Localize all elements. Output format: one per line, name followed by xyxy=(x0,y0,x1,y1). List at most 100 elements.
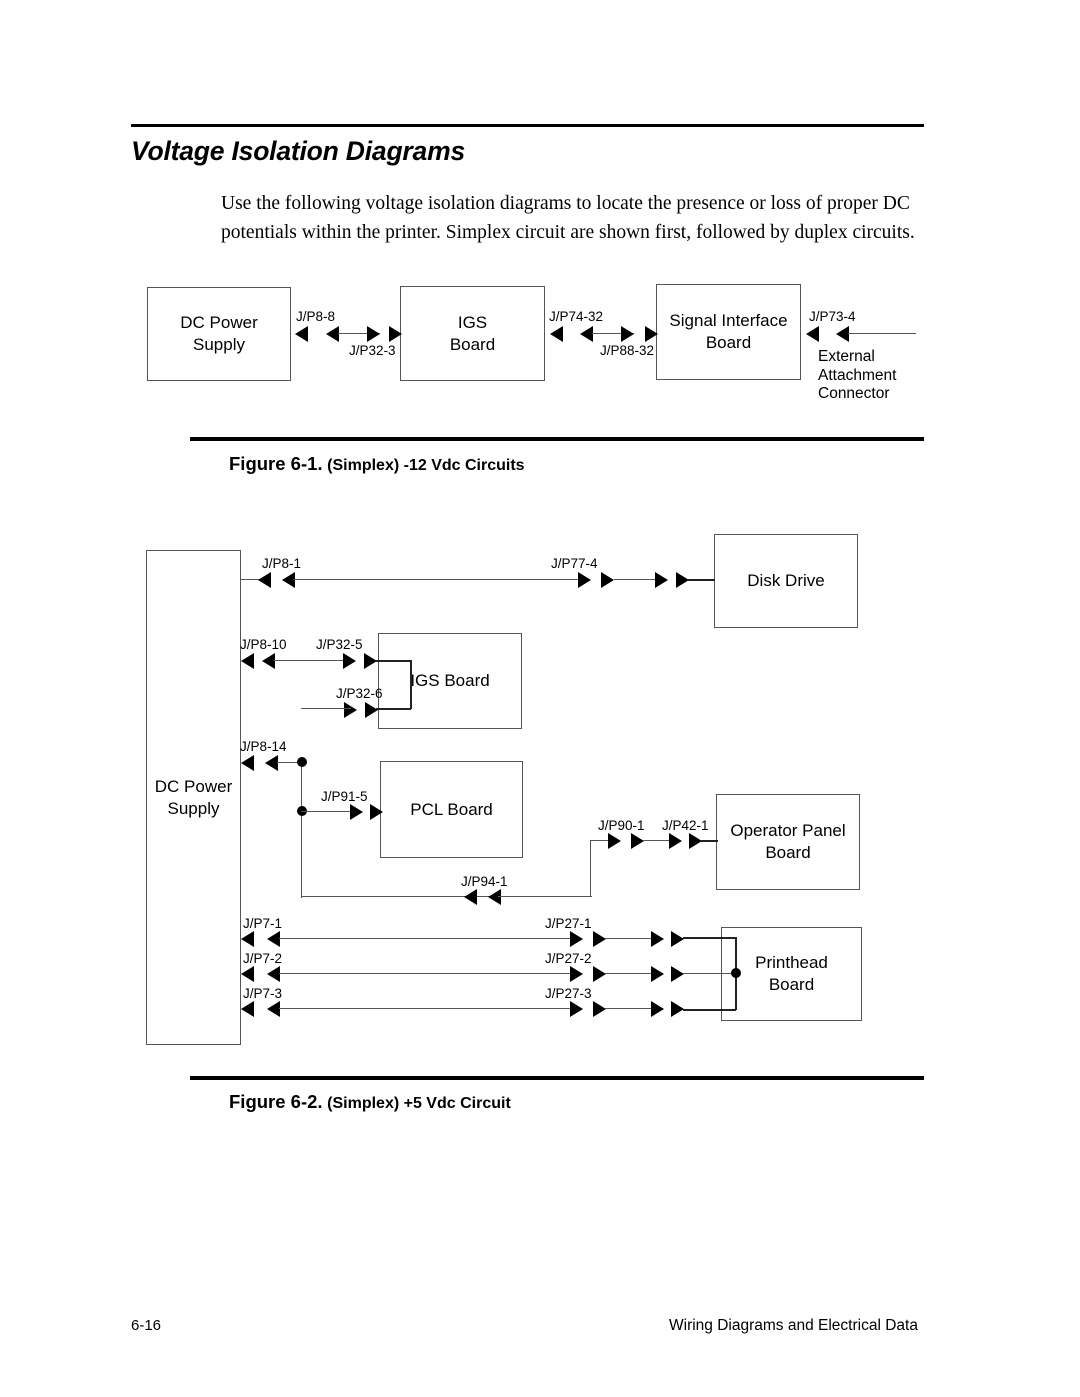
block-printhead-board: Printhead Board xyxy=(721,927,862,1021)
arrowhead-out-igs-board-fig1 xyxy=(550,326,563,342)
arrowhead-right-printhead-row1 xyxy=(651,931,664,947)
arrowhead-left-p94-1-first xyxy=(464,889,477,905)
wire-into-printhead-row2 xyxy=(683,973,736,975)
wire-p8-10-to-p32-5 xyxy=(274,660,351,662)
junction-dot-printhead xyxy=(731,968,741,978)
block-label-line2: Board xyxy=(449,334,496,354)
label-p42-1: J/P42-1 xyxy=(662,818,709,833)
block-dc-power-supply-fig1: DC Power Supply xyxy=(147,287,291,381)
block-label-line2: Board xyxy=(705,333,752,352)
block-igs-board-fig1: IGS Board xyxy=(400,286,545,381)
wire-p94-1-to-corner xyxy=(498,896,592,898)
label-external-line2: Attachment xyxy=(818,366,897,384)
page-title: Voltage Isolation Diagrams xyxy=(131,136,465,166)
arrowhead-right-p91-5 xyxy=(350,804,363,820)
arrowhead-right-p77-4 xyxy=(578,572,591,588)
arrowhead-right-p27-2 xyxy=(570,966,583,982)
figure-6-2-caption-number: Figure 6-2. xyxy=(229,1091,323,1112)
arrowhead-right-p32-5 xyxy=(343,653,356,669)
arrowhead-right-printhead-row2 xyxy=(651,966,664,982)
wire-igs-internal-bracket xyxy=(410,660,412,709)
block-label-line1: Printhead xyxy=(755,953,828,972)
arrowhead-right-p32-3 xyxy=(367,326,380,342)
block-pcl-board: PCL Board xyxy=(380,761,523,858)
wire-into-printhead-row1 xyxy=(683,937,736,939)
wire-p7-3-to-p27-3 xyxy=(279,1008,581,1010)
wire-p8-14-branch-to-p32-6 xyxy=(301,708,351,710)
block-label: Disk Drive xyxy=(747,571,825,590)
arrowhead-into-igs-board-p32-6 xyxy=(365,702,378,718)
arrowhead-into-dc-power-supply-fig1 xyxy=(295,326,308,342)
figure-6-1-caption: Figure 6-1. (Simplex) -12 Vdc Circuits xyxy=(229,453,525,475)
label-p7-2: J/P7-2 xyxy=(243,951,283,966)
arrowhead-into-dcps-p7-1 xyxy=(241,931,254,947)
block-disk-drive: Disk Drive xyxy=(714,534,858,628)
label-p88-32: J/P88-32 xyxy=(600,343,655,358)
wire-external-attachment xyxy=(848,333,916,335)
figure-6-2-caption-rule xyxy=(190,1076,924,1080)
block-dc-power-supply-fig2: DC Power Supply xyxy=(146,550,241,1045)
wire-trunk-to-p91-5 xyxy=(301,811,357,813)
label-p32-5: J/P32-5 xyxy=(316,637,363,652)
label-p27-3: J/P27-3 xyxy=(545,986,592,1001)
block-label: IGS Board xyxy=(410,671,490,690)
wire-p7-2-to-p27-2 xyxy=(279,973,581,975)
intro-paragraph: Use the following voltage isolation diag… xyxy=(221,193,915,243)
figure-6-2-caption: Figure 6-2. (Simplex) +5 Vdc Circuit xyxy=(229,1091,511,1113)
document-page: Voltage Isolation Diagrams Use the follo… xyxy=(0,0,1080,1397)
label-p8-1: J/P8-1 xyxy=(262,556,302,571)
arrowhead-into-dcps-p7-3 xyxy=(241,1001,254,1017)
label-p73-4: J/P73-4 xyxy=(809,309,856,324)
block-igs-board-fig2: IGS Board xyxy=(378,633,522,729)
wire-p7-1-to-p27-1 xyxy=(279,938,581,940)
figure-6-2-caption-text: (Simplex) +5 Vdc Circuit xyxy=(327,1095,511,1112)
block-label-line1: Operator Panel xyxy=(730,821,846,840)
arrowhead-right-p27-1 xyxy=(570,931,583,947)
wire-p94-1-corner-vertical xyxy=(590,840,592,897)
footer-section-title: Wiring Diagrams and Electrical Data xyxy=(669,1317,918,1334)
arrowhead-into-igs-board-fig1 xyxy=(389,326,402,342)
wire-into-printhead-row3 xyxy=(683,1009,736,1011)
label-p8-10: J/P8-10 xyxy=(240,637,287,652)
arrowhead-right-p32-6 xyxy=(344,702,357,718)
block-label-line2: Board xyxy=(768,975,815,994)
arrowhead-into-dcps-p8-10 xyxy=(241,653,254,669)
arrowhead-right-p90-1 xyxy=(608,833,621,849)
block-label: PCL Board xyxy=(410,799,493,819)
block-label-line2: Supply xyxy=(167,798,220,818)
label-p91-5: J/P91-5 xyxy=(321,789,368,804)
arrowhead-into-signal-interface-right-fig1 xyxy=(806,326,819,342)
wire-p8-1-to-p77-4 xyxy=(294,579,589,581)
label-p8-8: J/P8-8 xyxy=(296,309,336,324)
arrowhead-right-p42-1 xyxy=(669,833,682,849)
label-external-line3: Connector xyxy=(818,385,890,402)
block-label-line2: Board xyxy=(765,843,811,862)
label-p94-1: J/P94-1 xyxy=(461,874,508,889)
label-external-attachment-connector: External Attachment Connector xyxy=(818,348,896,404)
arrowhead-right-printhead-row3 xyxy=(651,1001,664,1017)
block-label-line1: DC Power xyxy=(154,776,233,796)
block-operator-panel-board: Operator Panel Board xyxy=(716,794,860,890)
arrowhead-into-signal-interface-fig1 xyxy=(645,326,658,342)
wire-trunk-p8-14-vertical xyxy=(301,762,303,898)
block-label-line2: Supply xyxy=(193,335,245,354)
wire-into-igs-top xyxy=(376,660,411,662)
label-p7-3: J/P7-3 xyxy=(243,986,283,1001)
block-label-line1: IGS xyxy=(457,312,488,332)
label-p77-4: J/P77-4 xyxy=(551,556,598,571)
figure-6-1-caption-number: Figure 6-1. xyxy=(229,453,323,474)
label-p7-1: J/P7-1 xyxy=(243,916,283,931)
figure-6-1-caption-rule xyxy=(190,437,924,441)
header-rule xyxy=(131,124,924,127)
footer-page-number: 6-16 xyxy=(131,1317,162,1334)
arrowhead-into-printhead-row1 xyxy=(671,931,684,947)
figure-6-1-caption-text: (Simplex) -12 Vdc Circuits xyxy=(327,457,525,474)
junction-dot-p8-14 xyxy=(297,757,307,767)
wire-into-operator-panel xyxy=(701,840,718,842)
arrowhead-right-p77-4-second xyxy=(601,572,614,588)
arrowhead-into-pcl-board xyxy=(370,804,383,820)
block-signal-interface-board-fig1: Signal Interface Board xyxy=(656,284,801,380)
block-label-line1: Signal Interface xyxy=(669,311,788,330)
label-p74-32: J/P74-32 xyxy=(549,309,604,324)
label-p27-1: J/P27-1 xyxy=(545,916,592,931)
